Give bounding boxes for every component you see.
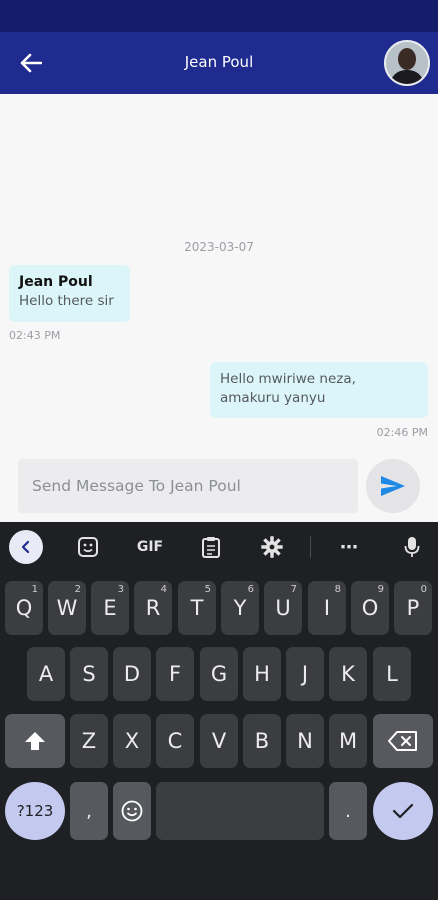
- symbols-key[interactable]: ?123: [5, 782, 65, 840]
- clipboard-icon: [202, 537, 220, 558]
- keyboard-collapse-button[interactable]: [9, 530, 43, 564]
- avatar[interactable]: [384, 40, 430, 86]
- key-hint: 4: [160, 584, 167, 595]
- key-a[interactable]: A: [27, 647, 65, 701]
- person-avatar-icon: [386, 42, 428, 84]
- emoji-key[interactable]: [113, 782, 151, 840]
- key-label: T: [190, 596, 204, 620]
- key-p[interactable]: P0: [394, 581, 432, 635]
- key-v[interactable]: V: [200, 714, 238, 768]
- backspace-key[interactable]: [373, 714, 433, 768]
- message-time: 02:46 PM: [376, 426, 428, 439]
- key-z[interactable]: Z: [70, 714, 108, 768]
- more-button[interactable]: ⋯: [334, 532, 364, 562]
- shift-key[interactable]: [5, 714, 65, 768]
- key-h[interactable]: H: [243, 647, 281, 701]
- key-g[interactable]: G: [200, 647, 238, 701]
- key-i[interactable]: I8: [308, 581, 346, 635]
- sticker-icon: [78, 537, 98, 557]
- chevron-left-icon: [21, 540, 30, 554]
- gif-button[interactable]: GIF: [130, 532, 170, 562]
- shift-icon: [25, 732, 45, 750]
- enter-key[interactable]: [373, 782, 433, 840]
- gear-icon: [261, 536, 283, 558]
- chat-title: Jean Poul: [184, 53, 254, 71]
- key-label: Q: [15, 596, 33, 620]
- key-r[interactable]: R4: [134, 581, 172, 635]
- key-label: O: [361, 596, 379, 620]
- keyboard-toolbar: GIF ⋯: [0, 522, 438, 572]
- key-n[interactable]: N: [286, 714, 324, 768]
- key-hint: 0: [420, 584, 427, 595]
- key-u[interactable]: U7: [264, 581, 302, 635]
- key-l[interactable]: L: [373, 647, 411, 701]
- period-key[interactable]: .: [329, 782, 367, 840]
- key-label: E: [103, 596, 117, 620]
- send-icon: [381, 476, 405, 496]
- message-sender: Jean Poul: [19, 274, 93, 290]
- key-label: P: [406, 596, 420, 620]
- key-label: W: [56, 596, 78, 620]
- key-label: U: [275, 596, 291, 620]
- clipboard-button[interactable]: [196, 532, 226, 562]
- key-j[interactable]: J: [286, 647, 324, 701]
- message-text-line: Hello mwiriwe neza,: [220, 371, 356, 387]
- comma-key[interactable]: ,: [70, 782, 108, 840]
- keyboard: GIF ⋯ Q1 W 2 E 3 R 4 T 5 Y 6 U 7 I 8 O 9…: [0, 522, 438, 900]
- key-label: Y: [233, 596, 247, 620]
- key-f[interactable]: F: [156, 647, 194, 701]
- key-d[interactable]: D: [113, 647, 151, 701]
- outgoing-message[interactable]: Hello mwiriwe neza, amakuru yanyu: [210, 362, 428, 418]
- incoming-message[interactable]: Jean Poul Hello there sir: [9, 265, 130, 322]
- key-y[interactable]: Y6: [221, 581, 259, 635]
- backspace-icon: [388, 731, 417, 751]
- key-w[interactable]: W2: [48, 581, 86, 635]
- status-bar: [0, 0, 438, 32]
- checkmark-icon: [392, 803, 414, 819]
- app-bar: Jean Poul: [0, 32, 438, 94]
- key-m[interactable]: M: [329, 714, 367, 768]
- key-hint: 6: [247, 584, 254, 595]
- key-b[interactable]: B: [243, 714, 281, 768]
- key-hint: 1: [31, 584, 38, 595]
- key-label: I: [323, 596, 331, 620]
- sticker-button[interactable]: [72, 532, 104, 562]
- send-button[interactable]: [366, 459, 420, 513]
- emoji-icon: [121, 800, 143, 822]
- key-hint: 3: [117, 584, 124, 595]
- space-key[interactable]: [156, 782, 324, 840]
- microphone-icon: [404, 537, 420, 557]
- key-hint: 9: [377, 584, 384, 595]
- key-hint: 7: [290, 584, 297, 595]
- message-input[interactable]: [18, 459, 358, 513]
- toolbar-divider: [310, 536, 311, 558]
- key-t[interactable]: T5: [178, 581, 216, 635]
- key-hint: 8: [334, 584, 341, 595]
- key-label: R: [145, 596, 161, 620]
- key-k[interactable]: K: [329, 647, 367, 701]
- key-hint: 5: [204, 584, 211, 595]
- settings-button[interactable]: [257, 532, 287, 562]
- key-hint: 2: [74, 584, 81, 595]
- key-q[interactable]: Q1: [5, 581, 43, 635]
- key-e[interactable]: E3: [91, 581, 129, 635]
- chat-messages[interactable]: 2023-03-07 Jean Poul Hello there sir 02:…: [0, 94, 438, 522]
- message-text: Hello there sir: [19, 293, 114, 309]
- message-text-line: amakuru yanyu: [220, 390, 326, 406]
- key-o[interactable]: O9: [351, 581, 389, 635]
- message-time: 02:43 PM: [9, 329, 61, 342]
- date-separator: 2023-03-07: [184, 240, 254, 254]
- key-x[interactable]: X: [113, 714, 151, 768]
- key-s[interactable]: S: [70, 647, 108, 701]
- voice-input-button[interactable]: [397, 532, 427, 562]
- key-c[interactable]: C: [156, 714, 194, 768]
